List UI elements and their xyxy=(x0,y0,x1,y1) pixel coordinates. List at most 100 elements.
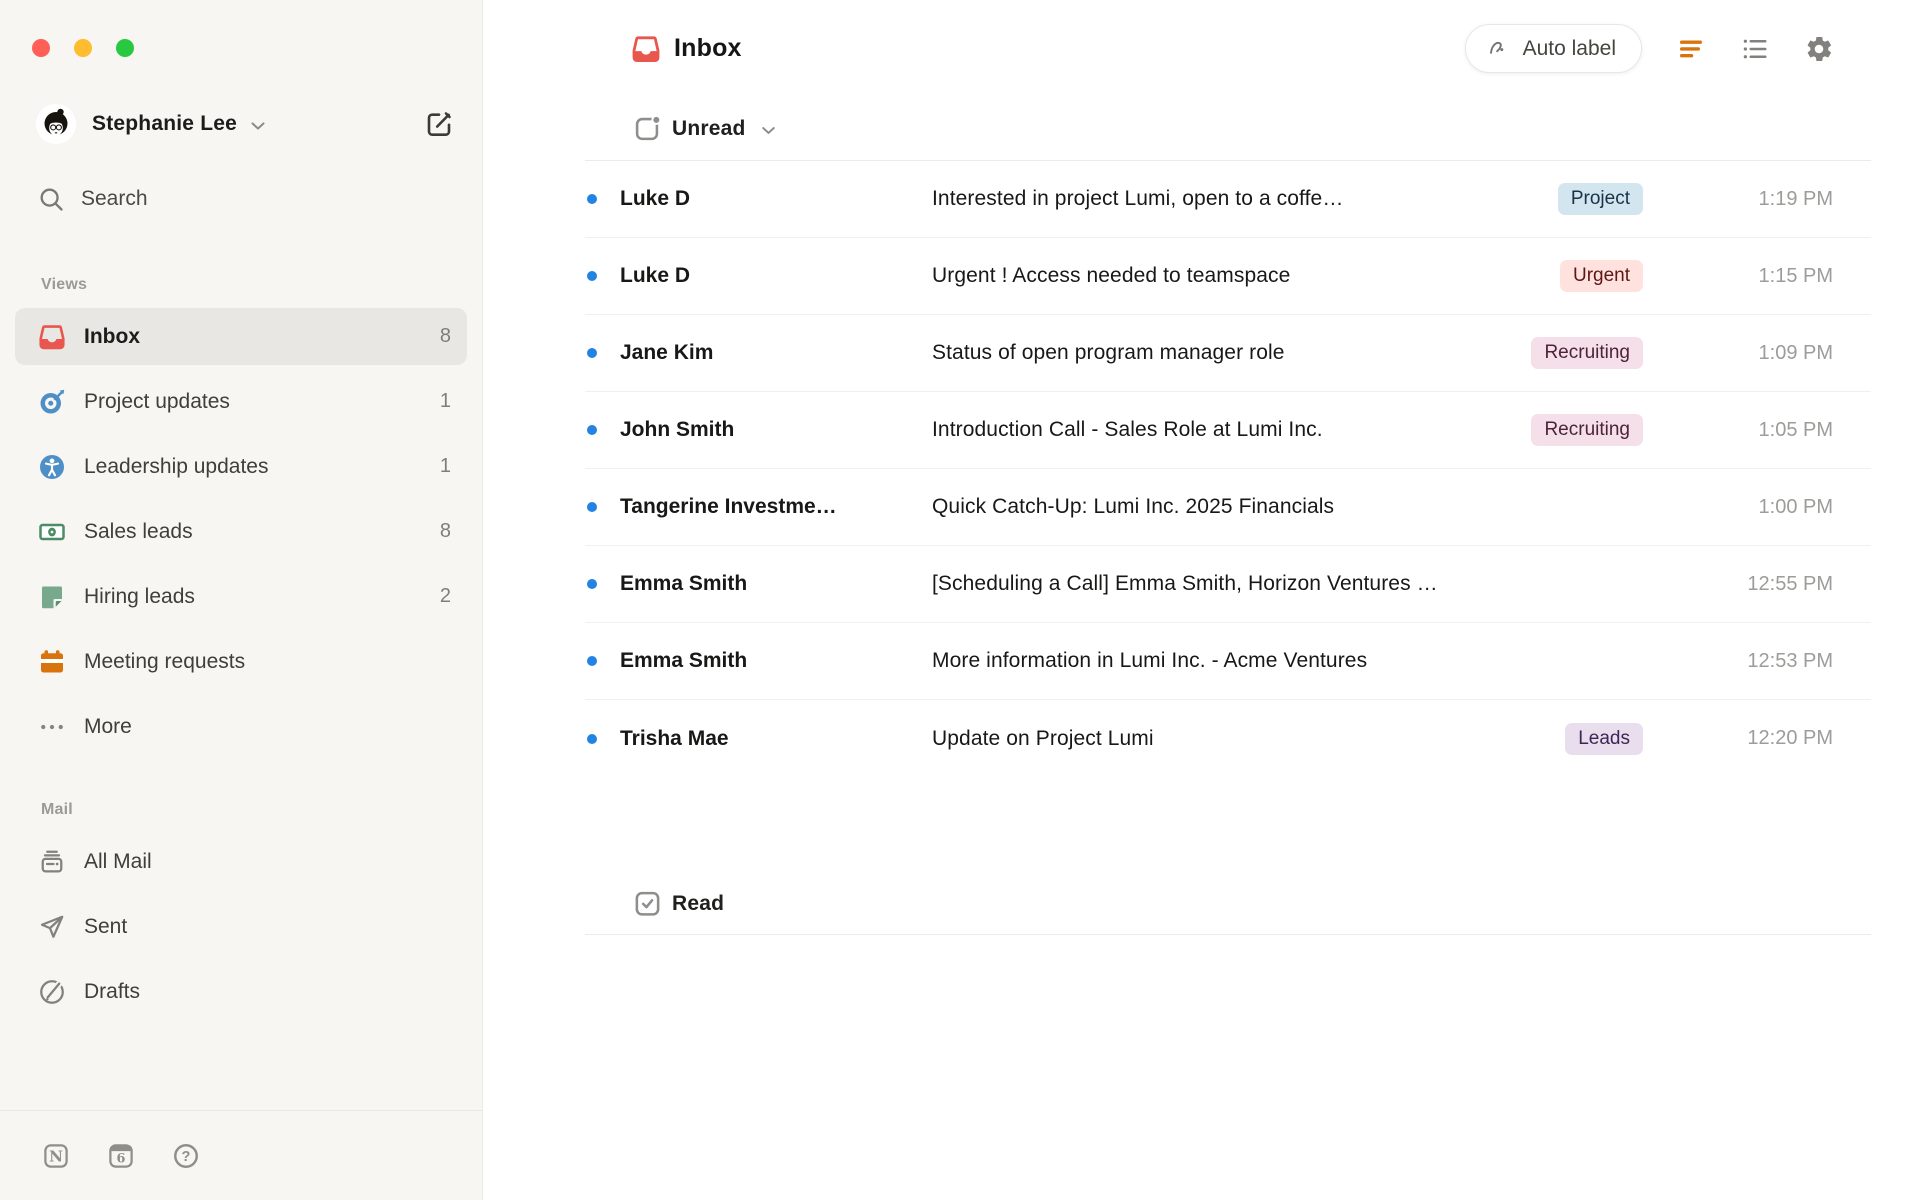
email-time: 12:53 PM xyxy=(1747,649,1833,672)
main-header: Inbox Auto label xyxy=(483,0,1920,97)
unread-dot xyxy=(587,194,597,204)
sidebar-item-more[interactable]: More xyxy=(15,698,467,755)
email-row[interactable]: Luke D Urgent ! Access needed to teamspac… xyxy=(585,238,1871,315)
sidebar-item-label: More xyxy=(84,714,132,738)
email-time: 12:55 PM xyxy=(1747,572,1833,595)
unread-count-badge: 8 xyxy=(439,520,451,542)
search-label: Search xyxy=(81,187,148,210)
email-sender: Trisha Mae xyxy=(620,726,729,750)
section-label-mail: Mail xyxy=(41,801,73,818)
email-subject: [Scheduling a Call] Emma Smith, Horizon … xyxy=(932,572,1438,595)
filter-button[interactable] xyxy=(1676,34,1706,64)
help-icon[interactable] xyxy=(172,1142,200,1170)
profile-name[interactable]: Stephanie Lee xyxy=(92,112,237,136)
sidebar-item-label: All Mail xyxy=(84,849,152,873)
email-tag: Recruiting xyxy=(1531,414,1643,446)
email-sender: Emma Smith xyxy=(620,649,748,672)
email-tag: Recruiting xyxy=(1531,337,1643,369)
email-row[interactable]: John Smith Introduction Call - Sales Role… xyxy=(585,392,1871,469)
read-section-label: Read xyxy=(672,891,725,915)
unread-dot xyxy=(587,271,597,281)
avatar[interactable] xyxy=(36,104,76,144)
main-panel: Inbox Auto label Unread Luke D Interested… xyxy=(483,0,1920,1200)
email-time: 1:19 PM xyxy=(1758,187,1833,210)
auto-label-icon xyxy=(1487,37,1511,61)
email-row[interactable]: Trisha Mae Update on Project Lumi Leads 12:… xyxy=(585,700,1871,777)
header-controls: Auto label xyxy=(1464,24,1834,73)
unread-dot xyxy=(587,656,597,666)
sidebar-item-all-mail[interactable]: All Mail xyxy=(15,833,467,890)
email-tag: Project xyxy=(1557,183,1643,215)
email-time: 1:05 PM xyxy=(1758,418,1833,441)
unread-dot xyxy=(587,733,597,744)
read-checkbox-icon xyxy=(633,889,662,918)
sidebar-item-inbox[interactable]: Inbox 8 xyxy=(15,308,467,365)
email-sender: John Smith xyxy=(620,418,735,441)
email-subject: Interested in project Lumi, open to a co… xyxy=(932,187,1344,210)
zoom-window-button[interactable] xyxy=(116,39,134,57)
minimize-window-button[interactable] xyxy=(74,39,92,57)
unread-section-header[interactable]: Unread xyxy=(585,97,1871,161)
auto-label-button[interactable]: Auto label xyxy=(1464,24,1642,73)
email-subject: Quick Catch-Up: Lumi Inc. 2025 Financial… xyxy=(932,495,1335,518)
list-view-button[interactable] xyxy=(1740,34,1770,64)
calendar-app-icon[interactable] xyxy=(107,1142,135,1170)
email-list: Luke D Interested in project Lumi, open t… xyxy=(585,161,1871,777)
chevron-down-icon[interactable] xyxy=(247,115,269,137)
search-icon xyxy=(37,185,65,213)
profile-row: Stephanie Lee xyxy=(36,104,454,144)
unread-count-badge: 1 xyxy=(439,455,451,477)
inbox-icon xyxy=(37,322,67,352)
unread-dot xyxy=(587,425,597,435)
sidebar-item-search[interactable]: Search xyxy=(15,174,467,224)
email-subject: Urgent ! Access needed to teamspace xyxy=(932,264,1291,287)
unread-dot xyxy=(587,348,597,358)
sidebar-item-drafts[interactable]: Drafts xyxy=(15,963,467,1020)
close-window-button[interactable] xyxy=(32,39,50,57)
compose-button[interactable] xyxy=(424,109,454,139)
email-row[interactable]: Luke D Interested in project Lumi, open t… xyxy=(585,161,1871,238)
sidebar-item-label: Sales leads xyxy=(84,519,193,543)
unread-dot xyxy=(587,502,597,512)
auto-label-label: Auto label xyxy=(1522,36,1616,60)
email-row[interactable]: Tangerine Investme… Quick Catch-Up: Lumi … xyxy=(585,469,1871,546)
compose-icon xyxy=(424,109,454,139)
sidebar: Stephanie Lee Search Views Inbox 8 Project … xyxy=(0,0,483,1200)
email-subject: Introduction Call - Sales Role at Lumi I… xyxy=(932,418,1323,441)
chevron-down-icon[interactable] xyxy=(758,120,779,141)
sidebar-item-sent[interactable]: Sent xyxy=(15,898,467,955)
sidebar-footer xyxy=(0,1110,482,1200)
email-time: 1:15 PM xyxy=(1758,264,1833,287)
email-row[interactable]: Emma Smith [Scheduling a Call] Emma Smith… xyxy=(585,546,1871,623)
sidebar-item-meeting-requests[interactable]: Meeting requests xyxy=(15,633,467,690)
email-row[interactable]: Emma Smith More information in Lumi Inc. … xyxy=(585,623,1871,700)
email-sender: Jane Kim xyxy=(620,341,714,364)
sidebar-item-label: Leadership updates xyxy=(84,454,269,478)
note-icon xyxy=(37,582,67,612)
settings-button[interactable] xyxy=(1804,34,1834,64)
sidebar-item-sales-leads[interactable]: Sales leads 8 xyxy=(15,503,467,560)
target-icon xyxy=(37,387,67,417)
unread-count-badge: 1 xyxy=(439,390,451,412)
sidebar-item-leadership-updates[interactable]: Leadership updates 1 xyxy=(15,438,467,495)
email-sender: Luke D xyxy=(620,264,691,287)
sidebar-item-project-updates[interactable]: Project updates 1 xyxy=(15,373,467,430)
unread-icon xyxy=(633,114,662,143)
email-time: 12:20 PM xyxy=(1747,727,1833,749)
notion-app-icon[interactable] xyxy=(42,1142,70,1170)
unread-dot xyxy=(587,579,597,589)
calendar-icon xyxy=(37,647,67,677)
email-row[interactable]: Jane Kim Status of open program manager r… xyxy=(585,315,1871,392)
window-controls xyxy=(32,39,482,57)
email-tag: Urgent xyxy=(1559,260,1643,292)
email-tag: Leads xyxy=(1565,722,1643,755)
read-section-header[interactable]: Read xyxy=(585,873,1871,935)
email-subject: Status of open program manager role xyxy=(932,341,1285,364)
email-list-wrap: Unread Luke D Interested in project Lumi,… xyxy=(585,97,1871,935)
ellipsis-icon xyxy=(37,712,67,742)
sidebar-item-hiring-leads[interactable]: Hiring leads 2 xyxy=(15,568,467,625)
email-time: 1:09 PM xyxy=(1758,341,1833,364)
unread-count-badge: 8 xyxy=(439,325,451,347)
email-subject: Update on Project Lumi xyxy=(932,726,1154,750)
sidebar-item-label: Project updates xyxy=(84,389,230,413)
